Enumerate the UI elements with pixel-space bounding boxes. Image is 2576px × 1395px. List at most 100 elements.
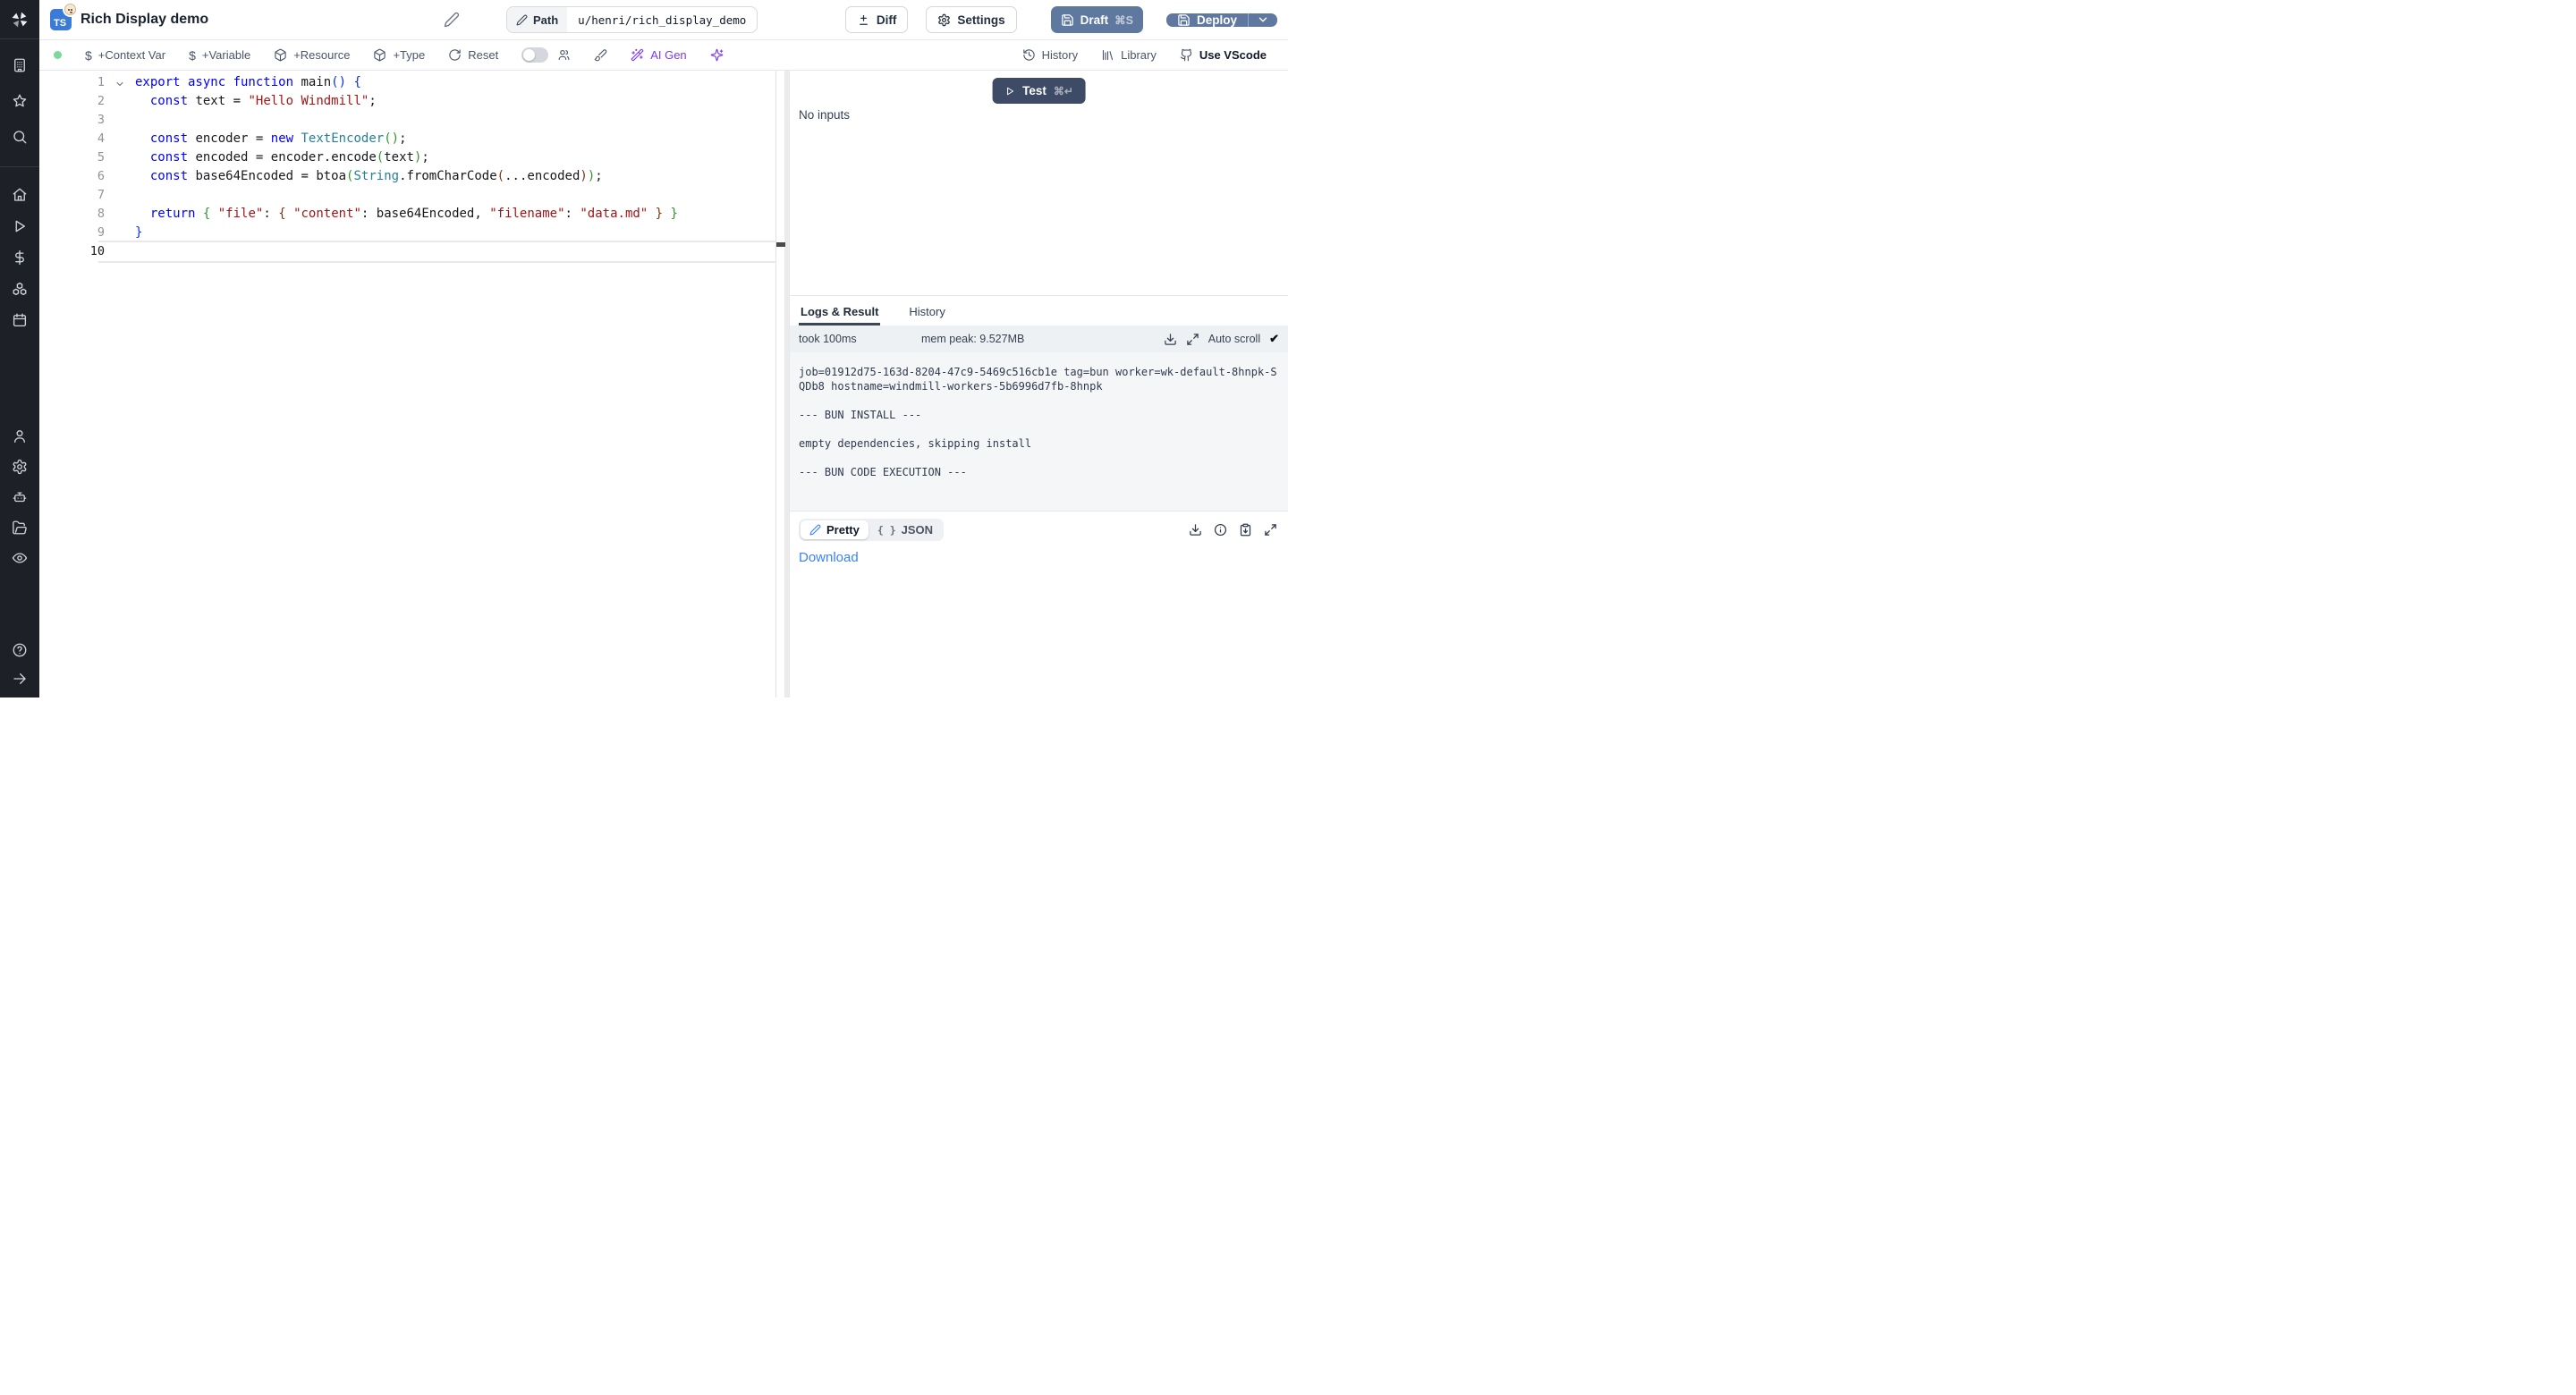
code-line-5[interactable]: const encoded = encoder.encode(text); [98, 148, 776, 167]
gear-icon[interactable] [12, 459, 28, 475]
arrow-right-icon[interactable] [12, 671, 28, 687]
settings-button-label: Settings [957, 13, 1004, 27]
result-view-switcher: Pretty { } JSON [799, 519, 944, 541]
reset-label: Reset [468, 48, 498, 62]
add-resource-button[interactable]: +Resource [274, 48, 350, 62]
diff-button-label: Diff [877, 13, 897, 27]
typescript-bun-badge: TS [50, 9, 72, 30]
star-icon[interactable] [12, 93, 28, 109]
library-button[interactable]: Library [1101, 48, 1157, 62]
use-vscode-button[interactable]: Use VScode [1180, 48, 1267, 62]
top-header: TS Rich Display demo Path u/henri/rich_d… [39, 0, 1288, 40]
download-result-link[interactable]: Download [799, 550, 859, 565]
tab-logs-result[interactable]: Logs & Result [799, 305, 880, 326]
overview-ruler-border [775, 71, 776, 698]
right-panel: Test ⌘↵ No inputs Logs & Result History … [790, 71, 1288, 698]
building-icon[interactable] [12, 57, 28, 73]
home-icon[interactable] [12, 187, 28, 203]
path-chip[interactable]: Path u/henri/rich_display_demo [506, 6, 758, 33]
user-icon[interactable] [12, 428, 28, 444]
code-line-1[interactable]: export async function main() { [98, 73, 776, 92]
windmill-logo-icon [10, 10, 30, 30]
dollar-icon: $ [189, 48, 196, 63]
expand-result-icon[interactable] [1264, 523, 1277, 537]
pen-icon [809, 524, 821, 536]
diff-button[interactable]: Diff [845, 6, 909, 33]
gear-icon [937, 13, 951, 27]
boxes-icon[interactable] [12, 281, 28, 297]
edit-summary-pencil-icon[interactable] [444, 12, 460, 28]
search-icon[interactable] [12, 129, 28, 145]
play-icon[interactable] [12, 218, 28, 234]
editor-scrollbar[interactable] [784, 71, 789, 698]
help-icon[interactable] [12, 642, 28, 658]
expand-logs-icon[interactable] [1186, 333, 1199, 346]
pretty-label: Pretty [826, 523, 860, 537]
test-shortcut: ⌘↵ [1054, 85, 1073, 97]
no-inputs-text: No inputs [799, 108, 850, 122]
path-value: u/henri/rich_display_demo [567, 7, 757, 32]
test-button[interactable]: Test ⌘↵ [992, 78, 1086, 104]
code-editor[interactable]: 12345678910 export async function main()… [39, 71, 790, 698]
auto-scroll-checkbox[interactable]: ✔ [1269, 332, 1279, 346]
json-view-button[interactable]: { } JSON [869, 520, 942, 539]
add-variable-button[interactable]: $ +Variable [189, 48, 250, 63]
draft-button[interactable]: Draft ⌘S [1051, 6, 1143, 33]
auto-scroll-label: Auto scroll [1208, 333, 1260, 345]
paintbrush-icon [594, 48, 607, 62]
sparkles-button[interactable] [710, 48, 724, 62]
library-label: Library [1121, 48, 1157, 62]
robot-icon[interactable] [12, 489, 28, 505]
code-line-8[interactable]: return { "file": { "content": base64Enco… [98, 205, 776, 224]
pretty-view-button[interactable]: Pretty [801, 520, 869, 539]
code-line-6[interactable]: const base64Encoded = btoa(String.fromCh… [98, 167, 776, 186]
eye-icon[interactable] [12, 550, 28, 566]
dollar-icon[interactable] [12, 249, 28, 266]
play-icon [1004, 86, 1015, 97]
deploy-button[interactable]: Deploy [1166, 13, 1248, 27]
code-line-3[interactable] [98, 111, 776, 130]
download-logs-icon[interactable] [1164, 333, 1177, 346]
windmill-logo[interactable] [0, 0, 39, 39]
deploy-button-label: Deploy [1197, 13, 1237, 27]
add-context-var-button[interactable]: $ +Context Var [85, 48, 165, 63]
result-toolbar: Pretty { } JSON [790, 512, 1288, 541]
code-line-2[interactable]: const text = "Hello Windmill"; [98, 92, 776, 111]
code-line-7[interactable] [98, 186, 776, 205]
pencil-icon [516, 14, 528, 26]
sidebar [0, 0, 39, 698]
add-variable-label: +Variable [202, 48, 250, 62]
settings-button[interactable]: Settings [926, 6, 1016, 33]
multiplayer-toggle[interactable] [521, 47, 548, 63]
path-label: Path [533, 13, 558, 27]
sidebar-top-group [0, 39, 39, 167]
folder-open-icon[interactable] [12, 520, 28, 536]
code-line-9[interactable]: } [98, 224, 776, 242]
json-label: JSON [902, 523, 933, 537]
add-type-button[interactable]: +Type [373, 48, 425, 62]
run-duration: took 100ms [799, 333, 921, 345]
sidebar-bottom-group [0, 642, 39, 698]
ai-gen-button[interactable]: AI Gen [631, 48, 686, 62]
clipboard-copy-icon[interactable] [1239, 523, 1252, 537]
add-context-var-label: +Context Var [98, 48, 165, 62]
sidebar-admin-group [0, 428, 39, 566]
tab-history[interactable]: History [907, 305, 946, 326]
test-button-label: Test [1022, 84, 1046, 97]
history-label: History [1042, 48, 1078, 62]
status-dot [54, 51, 62, 59]
dollar-icon: $ [85, 48, 92, 63]
code-line-4[interactable]: const encoder = new TextEncoder(); [98, 130, 776, 148]
deploy-dropdown-button[interactable] [1248, 13, 1277, 27]
info-icon[interactable] [1214, 523, 1227, 537]
calendar-icon[interactable] [12, 312, 28, 328]
package-icon [373, 48, 386, 62]
format-button[interactable] [594, 48, 607, 62]
code-line-10[interactable] [98, 242, 776, 261]
chevron-down-icon [1257, 13, 1269, 26]
history-button[interactable]: History [1022, 48, 1078, 62]
editor-toolbar: $ +Context Var $ +Variable +Resource +Ty… [39, 40, 1288, 71]
logs-tabbar: Logs & Result History [790, 296, 1288, 326]
reset-button[interactable]: Reset [448, 48, 498, 62]
download-result-icon[interactable] [1189, 523, 1202, 537]
